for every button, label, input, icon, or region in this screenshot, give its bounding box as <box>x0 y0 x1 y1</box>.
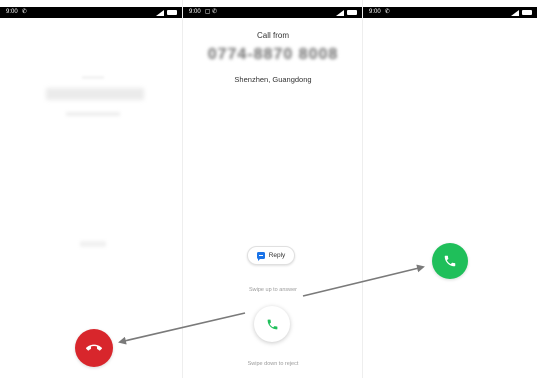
decline-button[interactable] <box>75 329 113 367</box>
middle-screen: 9:00 ▢ ✆ Call from 0774-8870 8008 Shenzhe… <box>183 0 363 378</box>
call-from-label: Call from <box>256 31 289 40</box>
status-bar: 9:00 ✆ <box>0 7 182 18</box>
right-screen: 9:00 ✆ <box>363 0 537 378</box>
battery-icon <box>522 10 532 15</box>
battery-icon <box>347 10 357 15</box>
battery-icon <box>167 10 177 15</box>
status-time: 9:00 ▢ ✆ <box>189 9 218 15</box>
faded-reply-chip <box>80 241 106 247</box>
caller-number: 0774-8870 8008 <box>207 46 339 63</box>
reply-button[interactable]: Reply <box>247 246 295 265</box>
swipe-up-hint: Swipe up to answer <box>249 287 297 293</box>
caller-location: Shenzhen, Guangdong <box>234 75 312 84</box>
left-screen: 9:00 ✆ <box>0 0 183 378</box>
status-icons <box>511 7 532 18</box>
status-bar: 9:00 ✆ <box>363 7 537 18</box>
status-time: 9:00 ✆ <box>6 9 27 15</box>
phone-icon <box>444 255 456 267</box>
signal-icon <box>156 9 164 16</box>
answer-swipe-handle[interactable] <box>254 306 290 342</box>
answer-button[interactable] <box>432 243 468 279</box>
status-icons <box>336 7 357 18</box>
signal-icon <box>336 9 344 16</box>
faded-caller-location <box>66 112 120 116</box>
faded-label <box>82 76 104 79</box>
status-icons <box>156 7 177 18</box>
reply-label: Reply <box>268 252 286 259</box>
signal-icon <box>511 9 519 16</box>
phone-hangup-icon <box>86 344 102 351</box>
status-bar: 9:00 ▢ ✆ <box>183 7 362 18</box>
swipe-down-hint: Swipe down to reject <box>247 361 299 367</box>
status-time: 9:00 ✆ <box>369 9 390 15</box>
faded-caller-number <box>46 88 144 100</box>
message-icon <box>256 252 265 261</box>
phone-icon <box>267 319 277 329</box>
